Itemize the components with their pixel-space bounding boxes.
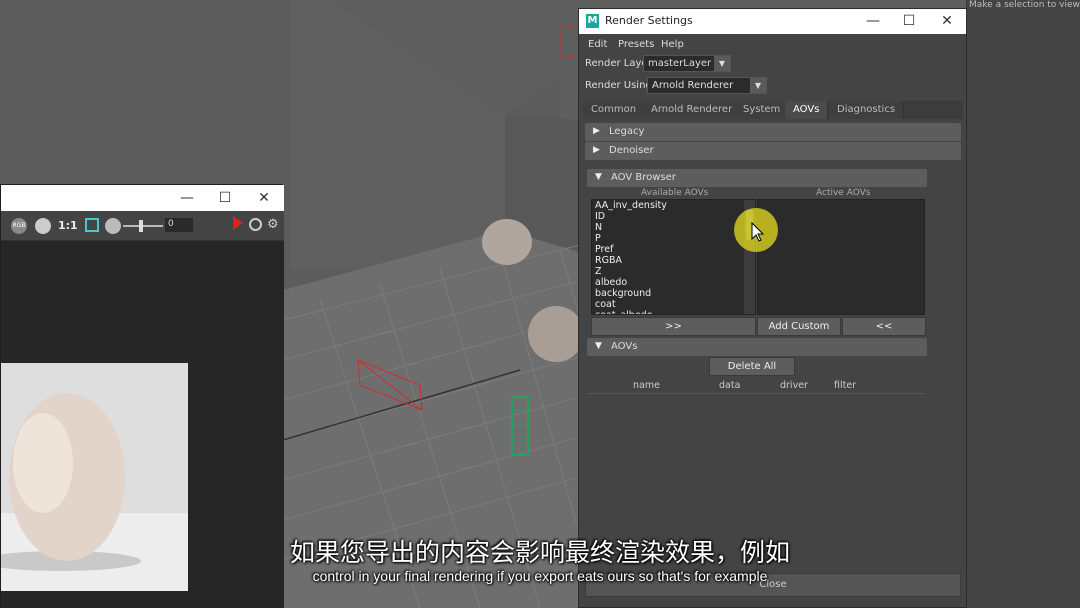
section-label: Legacy	[609, 126, 645, 137]
render-play-icon[interactable]	[233, 216, 243, 230]
selection-hint: Make a selection to view a	[969, 0, 1080, 10]
section-legacy[interactable]: ▶ Legacy	[585, 123, 961, 141]
render-layer-dropdown[interactable]: masterLayer ▼	[643, 55, 731, 72]
render-using-label: Render Using	[585, 80, 652, 91]
aovs-table-header: name data driver filter	[587, 378, 925, 394]
active-aovs-label: Active AOVs	[816, 188, 871, 198]
tab-aovs[interactable]: AOVs	[785, 101, 829, 119]
chevron-down-icon: ▼	[750, 78, 766, 93]
tab-diagnostics[interactable]: Diagnostics	[829, 101, 905, 119]
triangle-right-icon: ▶	[593, 145, 600, 155]
cursor-highlight	[734, 208, 778, 252]
title-bar: — ☐ ✕	[1, 185, 284, 211]
section-denoiser[interactable]: ▶ Denoiser	[585, 142, 961, 160]
section-aov-browser[interactable]: ▼ AOV Browser	[587, 169, 927, 187]
available-aovs-list[interactable]: AA_inv_density ID N P Pref RGBA Z albedo…	[591, 199, 756, 315]
remove-aov-button[interactable]: <<	[842, 317, 926, 336]
add-aov-button[interactable]: >>	[591, 317, 756, 336]
refresh-icon[interactable]	[249, 218, 262, 231]
settings-icon[interactable]: ⚙	[267, 217, 279, 232]
attribute-panel: Make a selection to view a	[966, 0, 1080, 608]
list-item[interactable]: background	[592, 288, 755, 299]
section-label: AOVs	[611, 341, 638, 352]
section-label: Denoiser	[609, 145, 654, 156]
list-item[interactable]: Pref	[592, 244, 755, 255]
column-name[interactable]: name	[633, 380, 660, 391]
list-item[interactable]: AA_inv_density	[592, 200, 755, 211]
render-using-value: Arnold Renderer	[652, 80, 734, 91]
tab-system[interactable]: System	[735, 101, 790, 119]
list-item[interactable]: coat	[592, 299, 755, 310]
subtitle-chinese: 如果您导出的内容会影响最终渲染效果，例如	[289, 538, 790, 567]
triangle-down-icon: ▼	[595, 341, 602, 351]
menu-edit[interactable]: Edit	[588, 39, 607, 50]
list-item[interactable]: P	[592, 233, 755, 244]
render-settings-window: M Render Settings — ☐ ✕ Edit Presets Hel…	[578, 8, 967, 608]
list-item[interactable]: RGBA	[592, 255, 755, 266]
column-data[interactable]: data	[719, 380, 740, 391]
list-item[interactable]: coat_albedo	[592, 310, 755, 314]
maya-logo-icon: M	[586, 14, 599, 28]
triangle-right-icon: ▶	[593, 126, 600, 136]
render-layer-label: Render Layer	[585, 58, 652, 69]
maximize-button[interactable]: ☐	[205, 185, 245, 211]
list-item[interactable]: ID	[592, 211, 755, 222]
menu-bar: Edit Presets Help	[579, 34, 966, 54]
minimize-button[interactable]: —	[853, 8, 893, 34]
render-toolbar: RGB 1:1 0 ⚙	[1, 211, 284, 241]
close-button[interactable]: ✕	[927, 8, 967, 34]
egg-object	[482, 219, 532, 265]
exposure-slider[interactable]	[123, 225, 163, 227]
window-title: Render Settings	[605, 14, 693, 27]
slider-handle[interactable]	[139, 220, 143, 232]
alpha-icon[interactable]	[35, 218, 51, 234]
section-label: AOV Browser	[611, 172, 676, 183]
close-button[interactable]: ✕	[244, 185, 284, 211]
subtitle-english: control in your final rendering if you e…	[312, 568, 768, 584]
chevron-down-icon: ▼	[714, 56, 730, 71]
available-aovs-label: Available AOVs	[641, 188, 709, 198]
triangle-down-icon: ▼	[595, 172, 602, 182]
exposure-field[interactable]: 0	[165, 218, 193, 232]
maximize-button[interactable]: ☐	[889, 8, 929, 34]
menu-presets[interactable]: Presets	[618, 39, 654, 50]
ratio-button[interactable]: 1:1	[58, 219, 78, 232]
delete-all-button[interactable]: Delete All	[709, 357, 795, 376]
column-filter[interactable]: filter	[834, 380, 856, 391]
section-aovs[interactable]: ▼ AOVs	[587, 338, 927, 356]
menu-help[interactable]: Help	[661, 39, 684, 50]
active-aovs-list[interactable]	[757, 199, 925, 315]
egg-object	[528, 306, 584, 362]
add-custom-button[interactable]: Add Custom	[757, 317, 841, 336]
frame-icon[interactable]	[85, 218, 99, 232]
mouse-pointer-icon	[751, 221, 765, 242]
render-using-dropdown[interactable]: Arnold Renderer ▼	[647, 77, 767, 94]
title-bar: M Render Settings — ☐ ✕	[579, 9, 966, 34]
list-item[interactable]: N	[592, 222, 755, 233]
exposure-icon[interactable]	[105, 218, 121, 234]
column-driver[interactable]: driver	[780, 380, 808, 391]
tab-arnold-renderer[interactable]: Arnold Renderer	[643, 101, 742, 119]
render-layer-value: masterLayer	[648, 58, 712, 69]
rgb-icon[interactable]: RGB	[11, 218, 27, 234]
list-item[interactable]: albedo	[592, 277, 755, 288]
tab-bar: Common Arnold Renderer System AOVs Diagn…	[583, 101, 963, 119]
list-item[interactable]: Z	[592, 266, 755, 277]
tab-common[interactable]: Common	[583, 101, 646, 119]
minimize-button[interactable]: —	[167, 185, 207, 211]
